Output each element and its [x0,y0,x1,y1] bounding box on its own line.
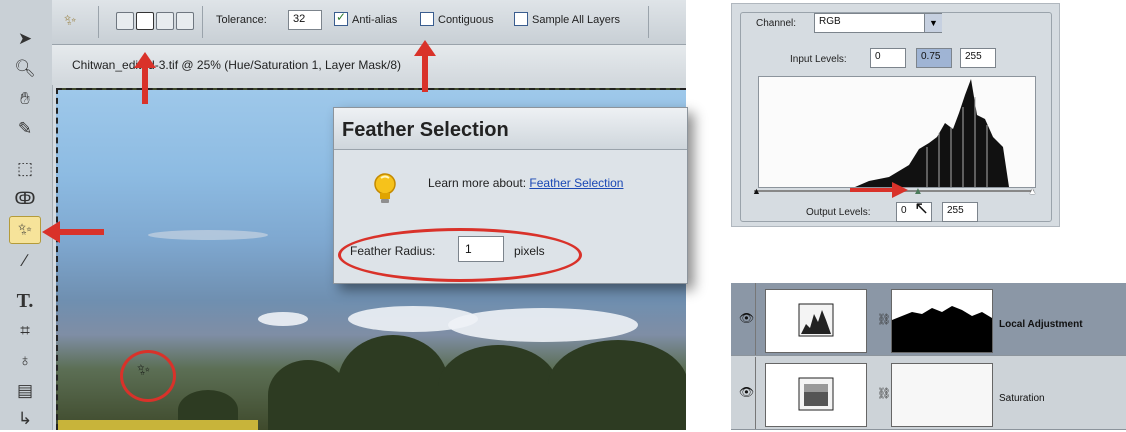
sample-all-layers-checkbox[interactable] [514,12,528,26]
stamp-tool-icon[interactable]: ♁ [10,348,40,374]
toolbox: ➤ 🔍︎ ✋︎ ✎ ⬚ ↂ ✨︎ ∕ T. ⌗ ♁ ▤ ↳ [0,0,53,430]
tree [438,345,558,430]
crop-tool-icon[interactable]: ⌗ [10,318,40,344]
eye-visibility-icon[interactable]: 👁︎ [739,311,754,325]
feather-radius-highlight-ring [338,228,582,282]
histogram [758,76,1036,188]
magic-wand-preset-icon[interactable]: ✨︎ [64,12,76,29]
layer-row-local-adjustment[interactable]: 👁︎ ⛓︎ Local Adjustment [731,283,1126,356]
new-selection-icon[interactable] [116,12,134,30]
field [58,420,258,430]
tree [548,340,686,430]
add-to-selection-icon[interactable] [136,12,154,30]
eraser-tool-icon[interactable]: ▤ [10,378,40,404]
dialog-title: Feather Selection [334,108,687,150]
white-point-slider[interactable]: ▲ [1028,186,1037,196]
brush-tool-icon[interactable]: ∕ [10,248,40,274]
anti-alias-label: Anti-alias [352,14,398,26]
input-levels-label: Input Levels: [790,54,847,65]
tree [268,360,348,430]
learn-more-label: Learn more about: [428,176,527,190]
layer-name: Local Adjustment [999,319,1083,330]
cloud [258,312,308,326]
magic-wand-tool-icon[interactable]: ✨︎ [9,216,41,244]
input-gamma-field[interactable]: 0.75 [916,48,952,68]
red-arrow-icon [42,221,104,243]
contiguous-label: Contiguous [438,14,494,26]
tolerance-label: Tolerance: [216,14,267,26]
red-arrow-icon [414,40,436,92]
lasso-tool-icon[interactable]: ↂ [10,186,40,212]
divider [648,6,649,38]
chevron-down-icon[interactable]: ▼ [924,14,942,32]
output-levels-label: Output Levels: [806,207,871,218]
options-bar: ✨︎ Tolerance: 32 Anti-alias Contiguous S… [52,0,686,45]
tolerance-input[interactable]: 32 [288,10,322,30]
eyedropper-tool-icon[interactable]: ✎ [10,116,40,142]
zoom-tool-icon[interactable]: 🔍︎ [10,56,40,82]
levels-panel: Channel: RGB ▼ Input Levels: 0 0.75 255 … [731,3,1060,227]
hand-tool-icon[interactable]: ✋︎ [10,86,40,112]
gamma-slider[interactable]: ▲ [913,186,923,197]
layer-mask-thumbnail[interactable] [891,363,993,427]
layers-panel: 👁︎ ⛓︎ Local Adjustment 👁︎ ⛓︎ Saturation [731,283,1126,430]
feather-selection-help-link[interactable]: Feather Selection [529,176,623,190]
link-chain-icon[interactable]: ⛓︎ [877,387,891,400]
hue-saturation-adjustment-thumbnail-icon [765,363,867,427]
magic-wand-cursor-icon: ✨︎ [137,362,151,379]
red-arrow-icon [850,182,908,198]
divider [98,6,99,38]
input-white-field[interactable]: 255 [960,48,996,68]
tree [338,335,448,430]
layer-mask-thumbnail[interactable] [891,289,993,353]
divider [755,357,756,429]
channel-value: RGB [819,16,841,27]
output-white-field[interactable]: 255 [942,202,978,222]
eye-visibility-icon[interactable]: 👁︎ [739,385,754,399]
divider [755,283,756,355]
levels-adjustment-thumbnail-icon [765,289,867,353]
marquee-tool-icon[interactable]: ⬚ [10,156,40,182]
input-black-field[interactable]: 0 [870,48,906,68]
learn-more-text: Learn more about: Feather Selection [428,176,623,190]
intersect-selection-icon[interactable] [176,12,194,30]
document-title: Chitwan_edited-3.tif @ 25% (Hue/Saturati… [72,58,402,72]
move-tool-icon[interactable]: ➤ [10,26,40,52]
lightbulb-icon [374,173,396,203]
type-tool-icon[interactable]: T. [10,288,40,314]
channel-label: Channel: [756,18,797,29]
contiguous-checkbox[interactable] [420,12,434,26]
layer-row-saturation[interactable]: 👁︎ ⛓︎ Saturation [731,357,1126,430]
layer-name: Saturation [999,393,1045,404]
more-tools-icon[interactable]: ↳ [10,406,40,432]
black-point-slider[interactable]: ▲ [752,186,761,196]
subtract-selection-icon[interactable] [156,12,174,30]
red-arrow-icon [134,52,156,104]
mouse-cursor-icon: ↖ [914,198,930,218]
anti-alias-checkbox[interactable] [334,10,348,26]
cloud [448,308,638,342]
channel-select[interactable]: RGB [814,13,942,33]
divider [202,6,203,38]
link-chain-icon[interactable]: ⛓︎ [877,313,891,326]
photo-editor-window: ➤ 🔍︎ ✋︎ ✎ ⬚ ↂ ✨︎ ∕ T. ⌗ ♁ ▤ ↳ ✨︎ Toleran… [0,0,688,430]
cloud [148,230,268,240]
sample-all-layers-label: Sample All Layers [532,14,621,26]
